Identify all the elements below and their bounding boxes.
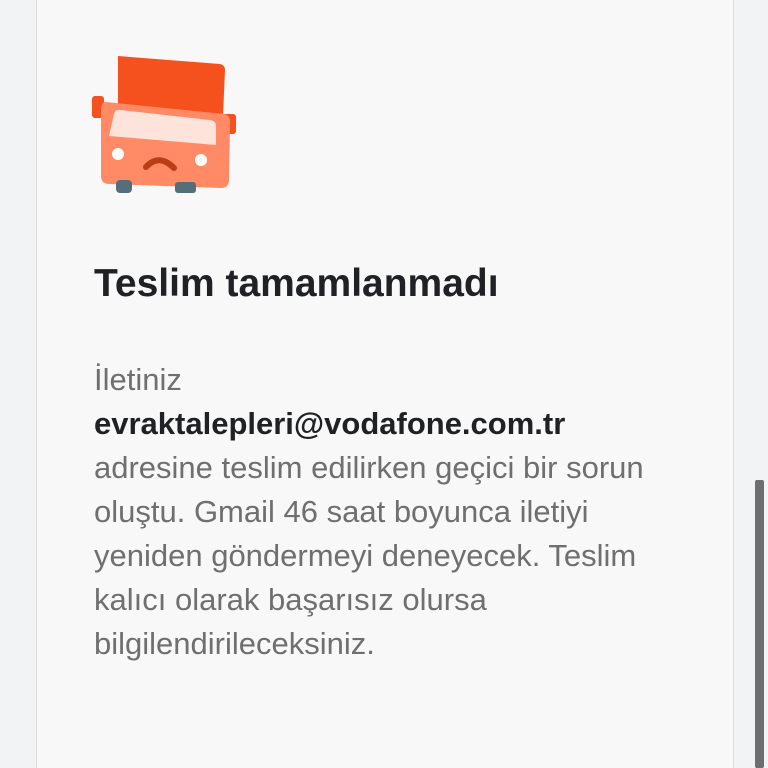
delivery-status-title: Teslim tamamlanmadı bbox=[94, 262, 499, 305]
delivery-truck-icon bbox=[92, 56, 236, 193]
recipient-email: evraktalepleri@vodafone.com.tr bbox=[94, 406, 566, 441]
message-body: adresine teslim edilirken geçici bir sor… bbox=[94, 450, 644, 661]
message-intro: İletiniz bbox=[94, 362, 182, 397]
scrollbar-thumb[interactable] bbox=[755, 480, 764, 768]
delivery-status-message: İletiniz evraktalepleri@vodafone.com.tr … bbox=[94, 358, 694, 666]
delivery-failure-screen: Teslim tamamlanmadı İletiniz evraktalepl… bbox=[0, 0, 768, 768]
